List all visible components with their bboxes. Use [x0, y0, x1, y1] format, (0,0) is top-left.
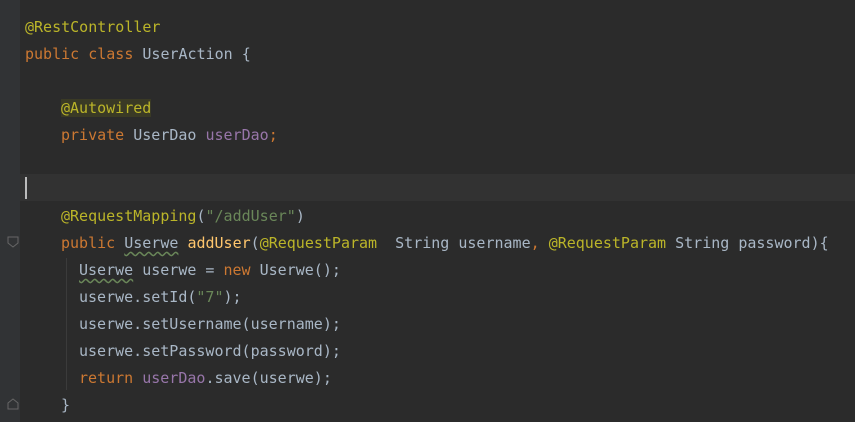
annotation-request-param: @RequestParam [259, 234, 378, 252]
code-line-4[interactable]: @Autowired [61, 95, 152, 122]
code-line-14[interactable]: return userDao.save(userwe); [79, 365, 332, 392]
fold-end-icon[interactable] [7, 398, 19, 410]
indent-guide [66, 258, 67, 390]
semicolon: ; [268, 126, 278, 144]
code-line-1[interactable]: @RestController [25, 14, 160, 41]
type-name: UserDao [133, 126, 206, 144]
constructor-call: Userwe(); [259, 261, 341, 279]
code-line-13[interactable]: userwe.setPassword(password); [79, 338, 341, 365]
current-line-highlight [20, 174, 855, 201]
paren: ); [223, 288, 242, 306]
param-password: String password){ [666, 234, 829, 252]
text-caret [25, 177, 27, 199]
type-name: Userwe [79, 261, 134, 279]
keyword: new [223, 261, 260, 279]
declaration: userwe = [133, 261, 224, 279]
editor-gutter [0, 0, 20, 422]
string-literal: "/addUser" [205, 207, 296, 225]
method-call: userwe.setUsername(username); [79, 315, 341, 333]
method-call: userwe.setId( [79, 288, 197, 306]
paren: ) [295, 207, 305, 225]
closing-brace: } [61, 396, 71, 414]
keyword: private [61, 126, 134, 144]
keyword: public class [25, 45, 143, 63]
code-line-11[interactable]: userwe.setId("7"); [79, 284, 242, 311]
code-line-5[interactable]: private UserDao userDao; [61, 122, 278, 149]
keyword: return [79, 369, 143, 387]
code-editor[interactable]: @RestController public class UserAction … [0, 0, 855, 422]
param-username: String username [377, 234, 531, 252]
method-name: addUser [187, 234, 251, 252]
paren: ( [196, 207, 206, 225]
paren: ( [250, 234, 260, 252]
field-name: userDao [205, 126, 269, 144]
field-name: userDao [142, 369, 206, 387]
annotation-rest-controller: @RestController [25, 18, 161, 36]
annotation-request-mapping: @RequestMapping [61, 207, 197, 225]
code-line-2[interactable]: public class UserAction { [25, 41, 251, 68]
method-call: userwe.setPassword(password); [79, 342, 341, 360]
fold-start-icon[interactable] [7, 236, 19, 248]
code-line-10[interactable]: Userwe userwe = new Userwe(); [79, 257, 341, 284]
code-line-8[interactable]: @RequestMapping("/addUser") [61, 203, 305, 230]
comma: , [530, 234, 549, 252]
keyword: public [61, 234, 125, 252]
code-line-12[interactable]: userwe.setUsername(username); [79, 311, 341, 338]
annotation-autowired: @Autowired [61, 99, 152, 117]
return-type: Userwe [124, 234, 179, 252]
code-line-9[interactable]: public Userwe addUser(@RequestParam Stri… [61, 230, 829, 257]
class-name: UserAction { [142, 45, 251, 63]
code-line-15[interactable]: } [61, 392, 70, 419]
method-call: .save(userwe); [205, 369, 332, 387]
string-literal: "7" [196, 288, 224, 306]
annotation-request-param: @RequestParam [548, 234, 667, 252]
